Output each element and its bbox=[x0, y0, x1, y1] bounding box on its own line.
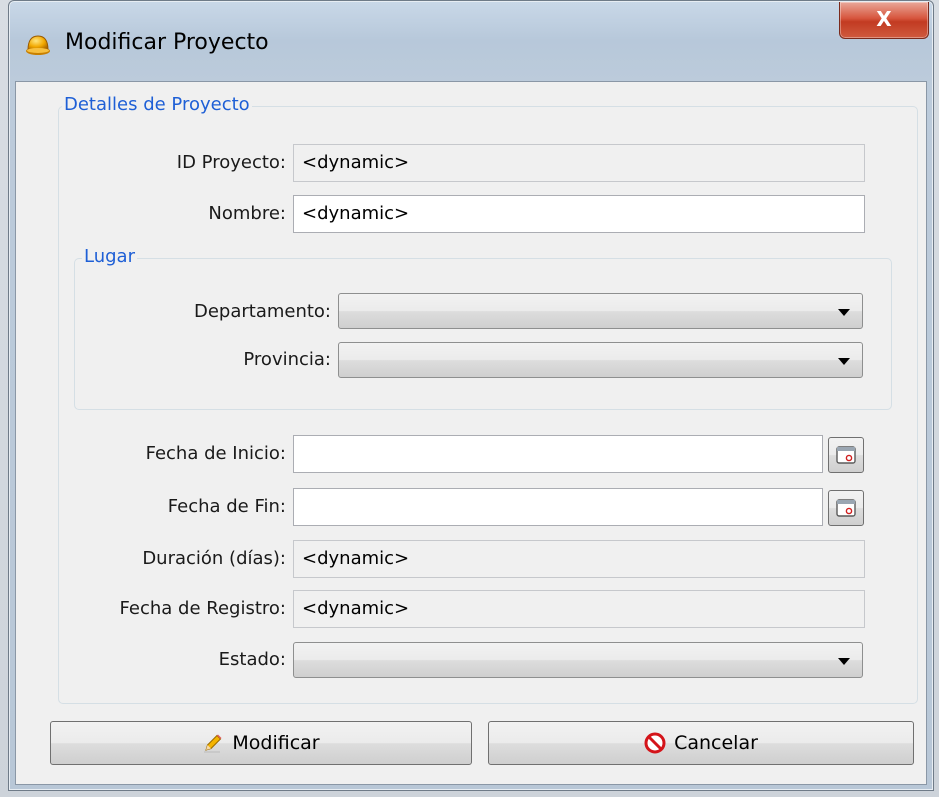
cancelar-button[interactable]: Cancelar bbox=[488, 721, 914, 765]
fecha-inicio-input[interactable] bbox=[293, 435, 823, 473]
lugar-group-title: Lugar bbox=[82, 246, 137, 268]
fecha-fin-input[interactable] bbox=[293, 488, 823, 526]
lugar-group bbox=[74, 258, 892, 410]
dialog-window: Modificar Proyecto X Detalles de Proyect… bbox=[8, 0, 934, 791]
id-proyecto-label: ID Proyecto: bbox=[176, 152, 286, 173]
duracion-label: Duración (días): bbox=[142, 548, 286, 569]
window-title: Modificar Proyecto bbox=[65, 30, 269, 55]
details-group-title: Detalles de Proyecto bbox=[62, 94, 252, 116]
fecha-fin-label: Fecha de Fin: bbox=[167, 496, 286, 517]
cancel-icon bbox=[644, 732, 666, 754]
provincia-label: Provincia: bbox=[243, 349, 331, 370]
calendar-icon bbox=[836, 446, 856, 464]
provincia-select[interactable] bbox=[338, 342, 863, 378]
chevron-down-icon bbox=[838, 309, 850, 316]
nombre-label: Nombre: bbox=[208, 203, 286, 224]
departamento-label: Departamento: bbox=[193, 301, 331, 322]
chevron-down-icon bbox=[838, 658, 850, 665]
id-proyecto-field: <dynamic> bbox=[293, 144, 865, 182]
duracion-field: <dynamic> bbox=[293, 540, 865, 578]
modificar-label: Modificar bbox=[232, 732, 320, 754]
title-bar[interactable]: Modificar Proyecto X bbox=[9, 1, 933, 81]
dialog-body: Detalles de Proyecto ID Proyecto: <dynam… bbox=[15, 81, 927, 785]
departamento-select[interactable] bbox=[338, 293, 863, 329]
estado-label: Estado: bbox=[218, 649, 286, 670]
estado-select[interactable] bbox=[293, 642, 863, 678]
modificar-button[interactable]: Modificar bbox=[50, 721, 472, 765]
fecha-fin-calendar-button[interactable] bbox=[828, 490, 864, 526]
fecha-inicio-calendar-button[interactable] bbox=[828, 437, 864, 473]
fecha-registro-field: <dynamic> bbox=[293, 590, 865, 628]
chevron-down-icon bbox=[838, 358, 850, 365]
fecha-inicio-label: Fecha de Inicio: bbox=[145, 443, 286, 464]
close-button[interactable]: X bbox=[839, 2, 929, 39]
fecha-registro-label: Fecha de Registro: bbox=[119, 598, 286, 619]
pencil-icon bbox=[204, 734, 222, 753]
calendar-icon bbox=[836, 499, 856, 517]
hardhat-icon bbox=[25, 31, 51, 57]
nombre-input[interactable]: <dynamic> bbox=[293, 195, 865, 233]
close-icon: X bbox=[876, 7, 892, 31]
cancelar-label: Cancelar bbox=[674, 732, 758, 754]
